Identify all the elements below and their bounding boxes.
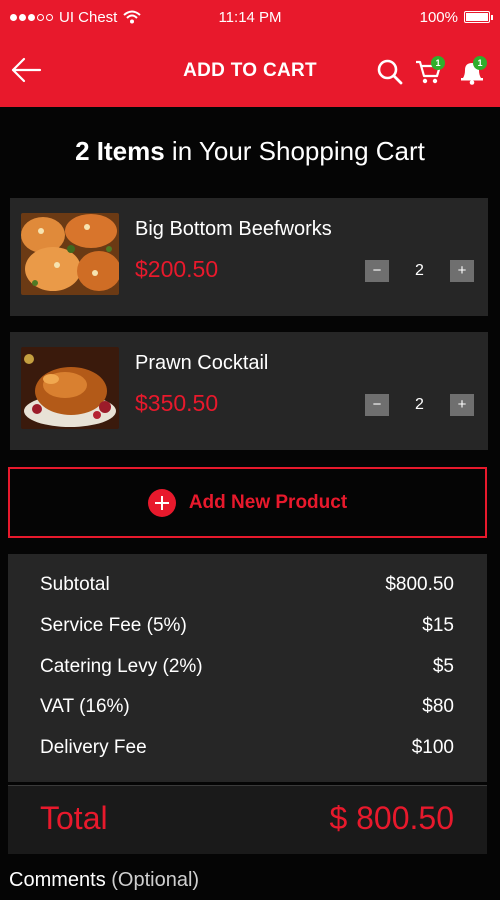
decrease-quantity-button[interactable]: − — [365, 260, 389, 282]
summary-value: $5 — [432, 656, 454, 677]
cart-item-count: 2 Items — [75, 136, 165, 166]
total-value: $ 800.50 — [329, 800, 454, 836]
summary-row-vat: VAT (16%) $80 — [40, 696, 454, 720]
summary-label: Catering Levy (2%) — [40, 656, 203, 677]
top-nav-bar: ADD TO CART 1 1 — [0, 34, 500, 107]
comments-optional-hint: (Optional) — [111, 869, 200, 891]
signal-icon — [10, 13, 53, 21]
quantity-stepper: − 2 + — [365, 260, 475, 282]
notification-button[interactable]: 1 — [458, 56, 488, 86]
product-image[interactable] — [21, 347, 119, 429]
battery-percent: 100% — [419, 8, 458, 26]
plus-circle-icon — [147, 488, 176, 517]
comments-label: Comments (Optional) — [9, 869, 199, 892]
product-price: $350.50 — [135, 390, 219, 416]
product-name: Prawn Cocktail — [135, 352, 269, 374]
total-label: Total — [40, 800, 108, 836]
summary-row-subtotal: Subtotal $800.50 — [40, 574, 454, 598]
summary-label: VAT (16%) — [40, 696, 130, 717]
search-icon[interactable] — [376, 58, 404, 86]
status-right: 100% — [419, 8, 493, 26]
increase-quantity-button[interactable]: + — [450, 394, 474, 416]
cart-item: Big Bottom Beefworks $200.50 − 2 + — [10, 198, 488, 316]
summary-label: Subtotal — [40, 574, 110, 595]
quantity-stepper: − 2 + — [365, 394, 475, 416]
comments-title: Comments — [9, 869, 106, 891]
status-bar: UI Chest 11:14 PM 100% — [0, 0, 500, 34]
quantity-value: 2 — [415, 262, 424, 279]
product-name: Big Bottom Beefworks — [135, 218, 332, 240]
cart-item: Prawn Cocktail $350.50 − 2 + — [10, 332, 488, 450]
back-arrow-icon[interactable] — [10, 56, 42, 84]
order-summary: Subtotal $800.50 Service Fee (5%) $15 Ca… — [8, 554, 487, 782]
product-price: $200.50 — [135, 256, 219, 282]
summary-value: $100 — [411, 737, 454, 758]
product-image[interactable] — [21, 213, 119, 295]
summary-value: $15 — [422, 615, 454, 636]
summary-label: Delivery Fee — [40, 737, 147, 758]
cart-button[interactable]: 1 — [414, 56, 445, 86]
notification-badge: 1 — [473, 56, 487, 70]
summary-row-catering-levy: Catering Levy (2%) $5 — [40, 656, 454, 680]
add-new-product-button[interactable]: Add New Product — [8, 467, 487, 538]
status-left: UI Chest — [10, 8, 142, 26]
cart-badge: 1 — [431, 56, 445, 70]
add-new-product-label: Add New Product — [188, 491, 348, 513]
summary-row-service-fee: Service Fee (5%) $15 — [40, 615, 454, 639]
summary-label: Service Fee (5%) — [40, 615, 187, 636]
order-total: Total $ 800.50 — [8, 785, 487, 854]
battery-icon — [464, 11, 493, 23]
summary-value: $80 — [422, 696, 454, 717]
summary-value: $800.50 — [385, 574, 454, 595]
increase-quantity-button[interactable]: + — [450, 260, 474, 282]
carrier-name: UI Chest — [59, 8, 118, 26]
summary-row-delivery-fee: Delivery Fee $100 — [40, 737, 454, 761]
cart-heading-text: in Your Shopping Cart — [164, 136, 425, 166]
decrease-quantity-button[interactable]: − — [365, 394, 389, 416]
cart-heading: 2 Items in Your Shopping Cart — [0, 136, 500, 167]
wifi-icon — [123, 10, 142, 24]
quantity-value: 2 — [415, 396, 424, 413]
